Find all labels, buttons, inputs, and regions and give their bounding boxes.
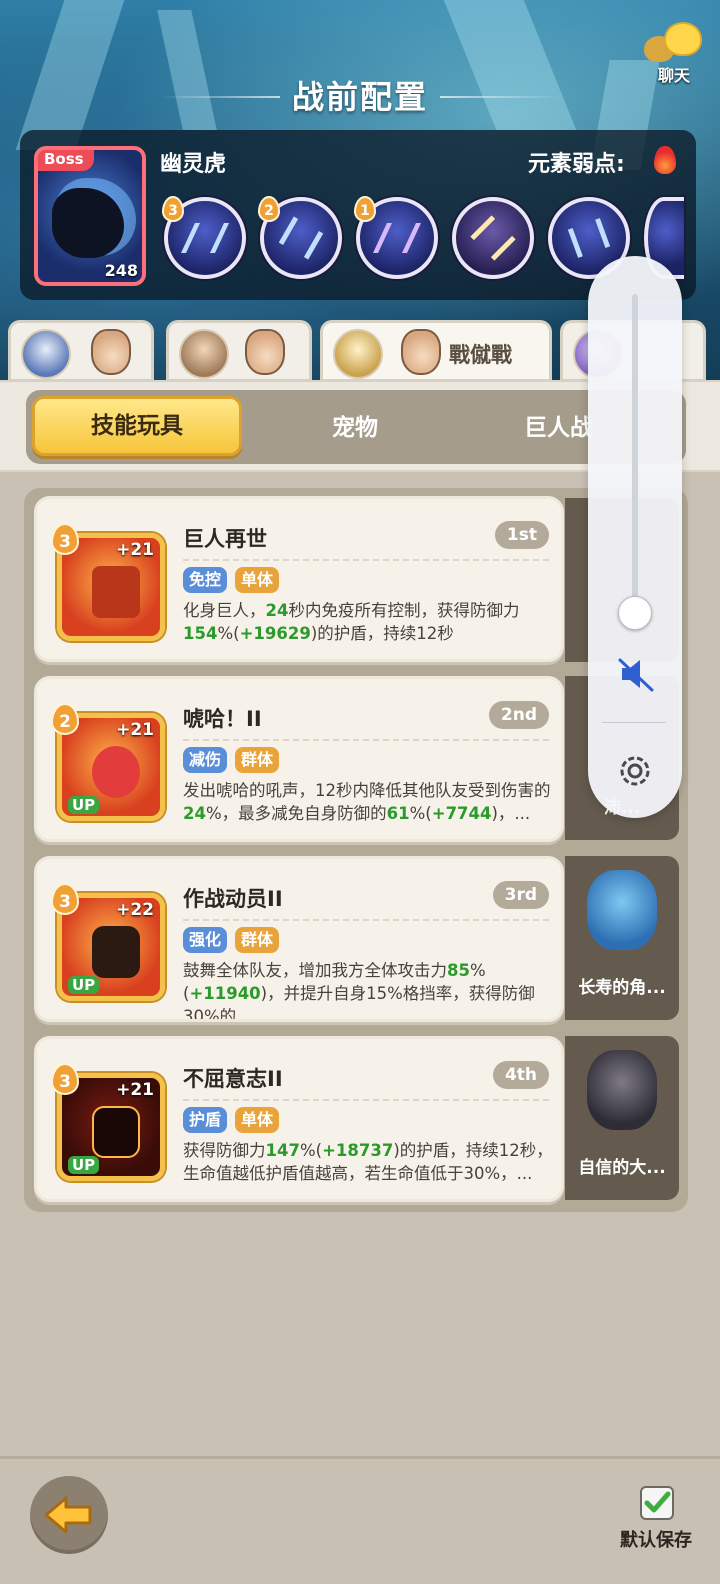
skill-tag: 减伤 <box>183 747 228 773</box>
tab-skill-toys[interactable]: 技能玩具 <box>32 396 242 456</box>
boss-skill-level-badge: 1 <box>354 196 376 222</box>
skill-card[interactable]: +22 UP 3 作战动员II 3rd 强化 群体 鼓舞全体队友，增加我方全体攻… <box>34 856 564 1022</box>
boss-name: 幽灵虎 <box>160 152 227 177</box>
bottom-bar <box>0 1456 720 1584</box>
tab-giant-battle[interactable]: 巨人战 <box>524 408 593 442</box>
skill-name: 不屈意志II <box>183 1067 283 1091</box>
skill-rank: 2nd <box>488 701 549 729</box>
skill-name: 巨人再世 <box>183 527 267 551</box>
skill-description: 发出唬哈的吼声，12秒内降低其他队友受到伤害的24%，最多减免自身防御的61%(… <box>183 781 551 823</box>
hero-tab-1[interactable] <box>8 320 154 382</box>
divider <box>183 1099 549 1101</box>
skill-tag: 群体 <box>235 747 280 773</box>
skill-level-badge: 3 <box>51 883 79 915</box>
skill-description: 鼓舞全体队友，增加我方全体攻击力85%(+11940)，并提升自身15%格挡率，… <box>183 961 535 1019</box>
skill-tag: 单体 <box>235 1107 280 1133</box>
boss-skill-strike-icon[interactable] <box>452 197 534 279</box>
element-weakness-label: 元素弱点: <box>528 152 625 177</box>
skill-tag: 强化 <box>183 927 228 953</box>
goat-pet-icon <box>587 1050 657 1130</box>
chat-label: 聊天 <box>657 66 690 85</box>
boss-portrait[interactable]: Boss 248 <box>34 146 146 286</box>
skill-up-badge: UP <box>68 1156 100 1174</box>
volume-slider-thumb[interactable] <box>618 596 652 630</box>
boss-level: 248 <box>104 261 138 280</box>
skill-rank: 4th <box>492 1061 549 1089</box>
skill-tag: 免控 <box>183 567 228 593</box>
skill-card[interactable]: +21 3 巨人再世 1st 免控 单体 化身巨人，24秒内免疫所有控制，获得防… <box>34 496 564 662</box>
skill-name: 唬哈！II <box>183 707 262 731</box>
pet-slot-3[interactable]: 长寿的角... <box>565 856 679 1020</box>
volume-slider-track[interactable] <box>632 294 638 612</box>
skill-plus-value: +21 <box>116 1080 154 1100</box>
chat-button[interactable]: 聊天 <box>642 22 706 86</box>
default-save-checkbox[interactable] <box>640 1486 674 1520</box>
skill-up-badge: UP <box>68 796 100 814</box>
pet-slot-4[interactable]: 自信的大... <box>565 1036 679 1200</box>
pet-label: 长寿的角... <box>578 978 666 998</box>
pet-label: 自信的大... <box>578 1158 666 1178</box>
boss-tag: Boss <box>38 150 94 171</box>
skill-plus-value: +21 <box>116 540 154 560</box>
hero-tab-2[interactable] <box>166 320 312 382</box>
hero-avatar <box>21 329 71 379</box>
tap-hand-icon <box>91 329 131 375</box>
skill-description: 获得防御力147%(+18737)的护盾，持续12秒，生命值越低护盾值越高，若生… <box>183 1141 553 1183</box>
skill-description: 化身巨人，24秒内免疫所有控制，获得防御力154%(+19629)的护盾，持续1… <box>183 601 520 643</box>
page-title: 战前配置 <box>291 78 428 116</box>
hero-avatar <box>179 329 229 379</box>
skill-level-badge: 2 <box>51 703 79 735</box>
fire-element-icon <box>654 146 676 174</box>
skill-tag: 群体 <box>235 927 280 953</box>
default-save-label: 默认保存 <box>620 1530 692 1551</box>
divider <box>183 919 549 921</box>
boss-skill-level-badge: 2 <box>258 196 280 222</box>
volume-panel <box>588 256 682 818</box>
hero-tab-label: 戰僦戰 <box>449 343 512 367</box>
skill-card[interactable]: +21 UP 2 唬哈！II 2nd 减伤 群体 发出唬哈的吼声，12秒内降低其… <box>34 676 564 842</box>
skill-rank: 3rd <box>492 881 549 909</box>
skill-card[interactable]: +21 UP 3 不屈意志II 4th 护盾 单体 获得防御力147%(+187… <box>34 1036 564 1202</box>
back-button[interactable] <box>30 1476 108 1554</box>
hero-tab-3[interactable]: 戰僦戰 <box>320 320 552 382</box>
volume-muted-icon[interactable] <box>616 654 656 694</box>
divider <box>183 739 549 741</box>
skill-rank: 1st <box>494 521 549 549</box>
skill-plus-value: +22 <box>116 900 154 920</box>
tap-hand-icon <box>401 329 441 375</box>
divider <box>183 559 549 561</box>
tab-pets[interactable]: 宠物 <box>332 408 378 442</box>
ghost-tiger-icon <box>52 188 124 258</box>
skill-level-badge: 3 <box>51 523 79 555</box>
check-icon <box>644 1491 671 1513</box>
tap-hand-icon <box>245 329 285 375</box>
skill-tag: 单体 <box>235 567 280 593</box>
chat-face-icon <box>664 22 702 56</box>
blue-whale-pet-icon <box>587 870 657 950</box>
skill-name: 作战动员II <box>183 887 283 911</box>
back-arrow-icon <box>44 1496 92 1534</box>
hero-avatar <box>333 329 383 379</box>
skill-level-badge: 3 <box>51 1063 79 1095</box>
divider <box>602 722 666 723</box>
skill-plus-value: +21 <box>116 720 154 740</box>
skill-up-badge: UP <box>68 976 100 994</box>
gear-icon[interactable] <box>614 750 656 792</box>
boss-skill-level-badge: 3 <box>162 196 184 222</box>
skill-tag: 护盾 <box>183 1107 228 1133</box>
